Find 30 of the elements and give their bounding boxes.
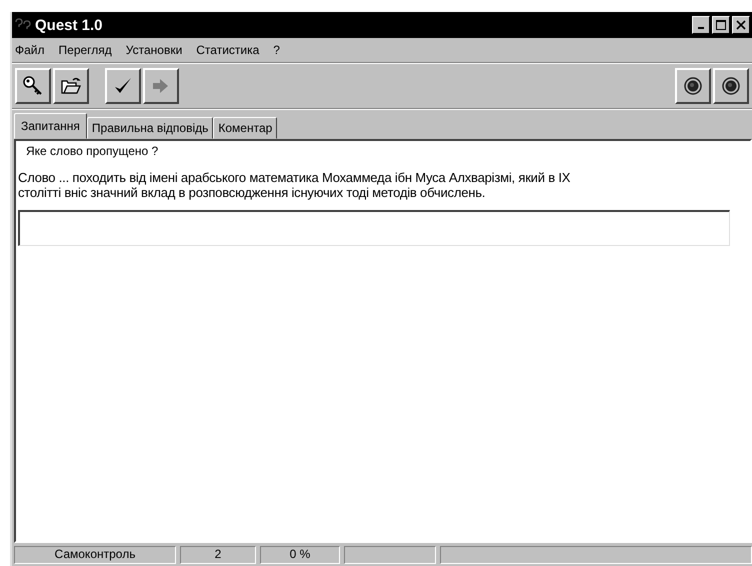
key-button[interactable] [15,68,51,104]
close-icon [736,20,746,30]
record-icon [720,75,742,97]
maximize-button[interactable] [712,16,730,34]
question-heading: Яке слово пропущено ? [25,143,160,158]
close-button[interactable] [732,16,750,34]
key-icon [22,75,44,97]
menu-item[interactable]: Статистика [196,43,260,57]
menu-item[interactable]: Файл [15,43,45,57]
record-button[interactable] [675,68,711,104]
status-panel: 2 [180,546,256,564]
question-marks-icon [14,18,32,32]
status-panel: Самоконтроль [14,546,176,564]
check-button[interactable] [105,68,141,104]
menu-item[interactable]: Перегляд [58,43,112,57]
tab[interactable]: Коментар [213,117,278,139]
answer-field[interactable] [18,210,730,246]
tab[interactable]: Правильна відповідь [86,117,214,139]
tab[interactable]: Запитання [14,113,87,139]
status-panel: 0 % [260,546,340,564]
menu-item[interactable]: Установки [126,43,182,57]
record-icon [682,75,704,97]
window-title: Quest 1.0 [35,16,103,34]
menu-item[interactable]: ? [273,43,280,57]
question-text: Слово ... походить від імені арабського математика Мохаммеда ібн Муса Алхварізмі, який в IX столітті вніс значний вклад в розповсюдження існуючих тоді методів обчислень. [17,169,572,200]
minimize-button[interactable] [692,16,710,34]
maximize-icon [716,20,726,30]
record-button[interactable] [713,68,749,104]
minimize-icon [698,27,704,29]
open-folder-button[interactable] [53,68,89,104]
